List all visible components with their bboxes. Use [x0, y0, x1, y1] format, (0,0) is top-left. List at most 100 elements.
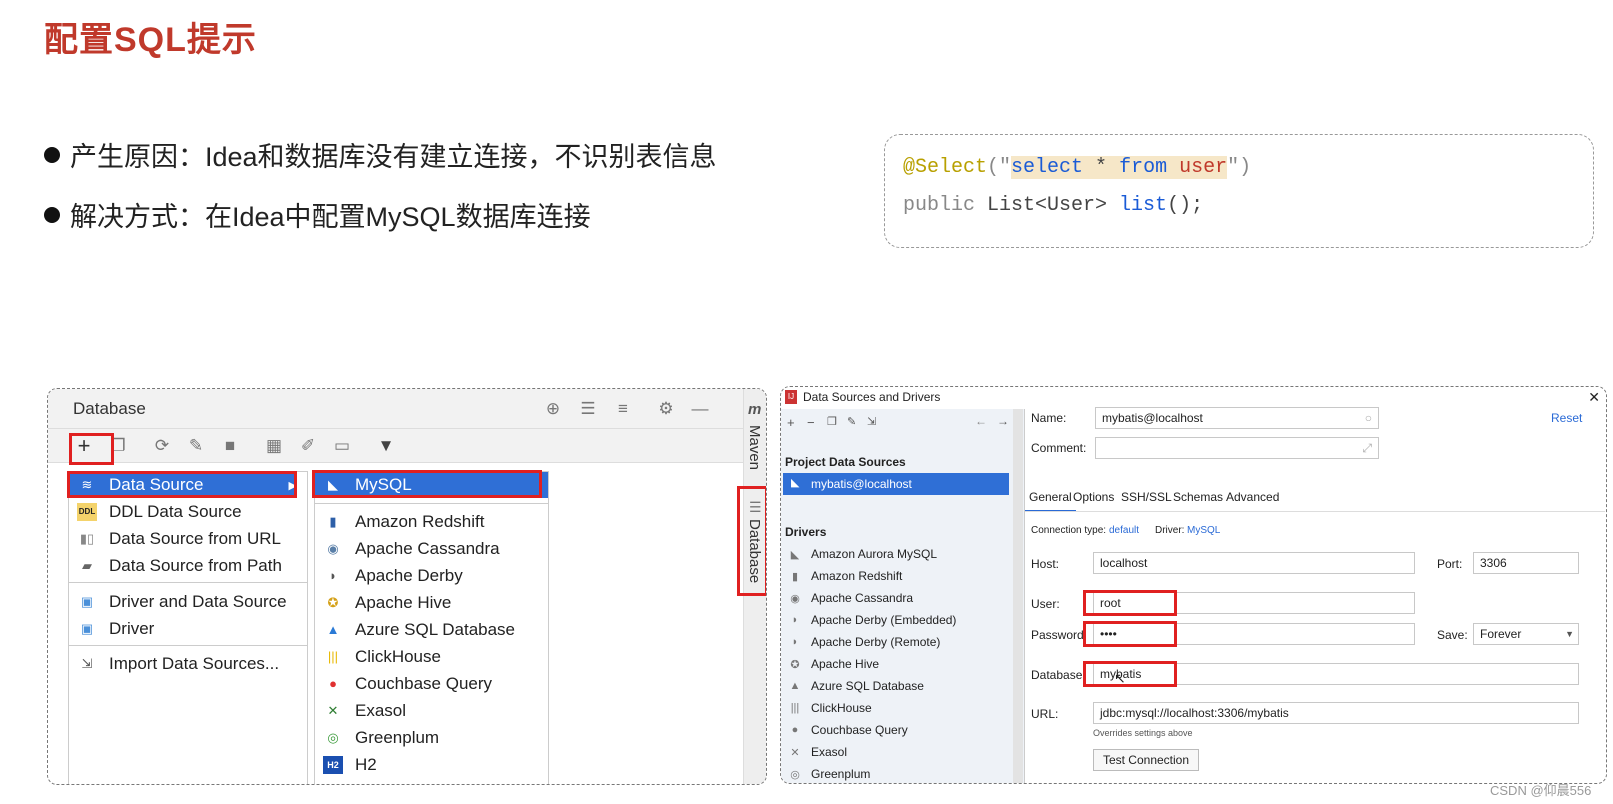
derby-icon: ◗ — [791, 636, 799, 648]
submenu-label: Azure SQL Database — [355, 620, 516, 639]
remove-icon[interactable]: − — [807, 415, 815, 430]
driver-item[interactable]: ◗ Apache Derby (Remote) — [789, 632, 941, 652]
cassandra-icon: ◉ — [790, 592, 800, 605]
hive-icon: ✪ — [327, 595, 339, 610]
table-icon[interactable]: ▦ — [264, 436, 284, 456]
driver-item[interactable]: ||| ClickHouse — [789, 698, 872, 718]
submenu-item[interactable]: ◎ Greenplum — [323, 725, 439, 751]
code-token: (); — [1167, 194, 1204, 217]
url-field[interactable]: jdbc:mysql://localhost:3306/mybatis — [1093, 702, 1579, 724]
test-connection-button[interactable]: Test Connection — [1093, 749, 1199, 771]
submenu-item[interactable]: ▲ Azure SQL Database — [323, 617, 515, 643]
watermark: CSDN @仰晨556 — [1490, 783, 1592, 798]
port-field[interactable]: 3306 — [1473, 552, 1579, 574]
edit-icon[interactable]: ✐ — [298, 436, 318, 456]
reset-link[interactable]: Reset — [1551, 411, 1582, 425]
driver-value[interactable]: MySQL — [1187, 525, 1220, 536]
menu-divider — [69, 582, 307, 583]
driver-label: Apache Cassandra — [811, 591, 914, 605]
submenu-item[interactable]: ● Couchbase Query — [323, 671, 492, 697]
exasol-icon: ✕ — [327, 703, 339, 718]
driver-item[interactable]: ✪ Apache Hive — [789, 654, 879, 674]
highlight-database — [1083, 661, 1177, 687]
code-snippet: @Select("select * from user") public Lis… — [884, 134, 1594, 248]
menu-item-data-source-url[interactable]: ▮▯ Data Source from URL — [77, 526, 281, 552]
gear-icon[interactable]: ⚙ — [656, 399, 676, 419]
expand-all-icon[interactable]: ☰ — [578, 399, 598, 419]
comment-field[interactable]: ⤢ — [1095, 437, 1379, 459]
forward-icon[interactable]: → — [997, 414, 1009, 428]
save-select[interactable]: Forever ▼ — [1473, 623, 1579, 645]
menu-item-driver-and-data-source[interactable]: ▣ Driver and Data Source — [77, 589, 287, 615]
submenu-item[interactable]: ▮ Amazon Redshift — [323, 509, 484, 535]
refresh-icon[interactable]: ⟳ — [152, 436, 172, 456]
submenu-label: Apache Derby — [355, 566, 463, 585]
tab-options[interactable]: Options — [1073, 490, 1114, 504]
clickhouse-icon: ||| — [327, 649, 339, 664]
submenu-item[interactable]: ✕ Exasol — [323, 698, 406, 724]
submenu-item[interactable]: ✪ Apache Hive — [323, 590, 452, 616]
connection-type-label: Connection type: — [1031, 525, 1107, 536]
code-line-1: @Select("select * from user") — [903, 149, 1575, 187]
menu-item-data-source-path[interactable]: ▰ Data Source from Path — [77, 553, 282, 579]
redshift-icon: ▮ — [329, 514, 337, 529]
driver-item[interactable]: ◗ Apache Derby (Embedded) — [789, 610, 957, 630]
console-icon[interactable]: ▭ — [332, 436, 352, 456]
minimize-icon[interactable]: — — [690, 399, 710, 419]
tab-ssh-ssl[interactable]: SSH/SSL — [1121, 490, 1172, 504]
back-icon[interactable]: ← — [975, 414, 987, 428]
bullet-dot — [44, 206, 60, 223]
name-label: Name: — [1031, 411, 1067, 425]
password-label: Password: — [1031, 628, 1088, 642]
filter-icon[interactable]: ▼ — [376, 436, 396, 456]
driver-item[interactable]: ◣ Amazon Aurora MySQL — [789, 544, 937, 564]
driver-item[interactable]: ◎ Greenplum — [789, 764, 870, 783]
close-icon[interactable]: ✕ — [1588, 387, 1600, 407]
intellij-icon: IJ — [785, 390, 797, 404]
submenu-item[interactable]: H2 H2 — [323, 752, 377, 778]
menu-item-import[interactable]: ⇲ Import Data Sources... — [77, 651, 280, 677]
connection-type-value[interactable]: default — [1109, 525, 1139, 536]
tab-advanced[interactable]: Advanced — [1226, 490, 1279, 504]
add-icon[interactable]: + — [787, 415, 795, 430]
menu-item-driver[interactable]: ▣ Driver — [77, 616, 155, 642]
driver-item[interactable]: ▲ Azure SQL Database — [789, 676, 924, 696]
import-icon[interactable]: ⇲ — [867, 415, 876, 428]
chevron-down-icon: ▼ — [1565, 629, 1574, 639]
tab-general[interactable]: General — [1025, 490, 1076, 512]
driver-item[interactable]: ● Couchbase Query — [789, 720, 908, 740]
crosshair-icon[interactable]: ⊕ — [543, 399, 563, 419]
derby-icon: ◗ — [791, 614, 799, 626]
project-source-item[interactable]: mybatis@localhost — [783, 473, 1009, 495]
wrench-icon[interactable]: ✎ — [847, 415, 856, 428]
driver-item[interactable]: ◉ Apache Cassandra — [789, 588, 913, 608]
driver-label: Apache Derby (Embedded) — [811, 613, 957, 627]
collapse-all-icon[interactable]: ≡ — [613, 399, 633, 419]
tab-maven[interactable]: Maven — [746, 425, 763, 470]
submenu-item[interactable]: ||| ClickHouse — [323, 644, 441, 670]
user-label: User: — [1031, 597, 1060, 611]
stop-icon[interactable]: ■ — [220, 436, 240, 456]
submenu-item[interactable]: ◗ Apache Derby — [323, 563, 463, 589]
wrench-icon[interactable]: ✎ — [186, 436, 206, 456]
data-sources-sidebar: + − ❐ ✎ ⇲ ← → Project Data Sources mybat… — [781, 409, 1025, 783]
driver-item[interactable]: ✕ Exasol — [789, 742, 847, 762]
code-keyword: select — [1011, 156, 1084, 179]
sidebar-scrollbar[interactable] — [1013, 409, 1023, 783]
port-value: 3306 — [1480, 556, 1507, 570]
submenu-label: H2 — [355, 755, 377, 774]
tab-schemas[interactable]: Schemas — [1173, 490, 1223, 504]
menu-item-ddl-data-source[interactable]: DDL DDL Data Source — [77, 499, 242, 525]
submenu-item[interactable]: ◉ Apache Cassandra — [323, 536, 499, 562]
url-value: jdbc:mysql://localhost:3306/mybatis — [1100, 706, 1289, 720]
menu-label: Data Source from URL — [109, 529, 281, 548]
project-source-label: mybatis@localhost — [811, 477, 912, 491]
copy-icon[interactable]: ❐ — [827, 415, 837, 428]
driver-label: Amazon Aurora MySQL — [811, 547, 938, 561]
project-sources-header: Project Data Sources — [785, 455, 906, 469]
host-field[interactable]: localhost — [1093, 552, 1415, 574]
driver-item[interactable]: ▮ Amazon Redshift — [789, 566, 902, 586]
menu-label: Data Source from Path — [109, 556, 282, 575]
name-field[interactable]: mybatis@localhost ○ — [1095, 407, 1379, 429]
